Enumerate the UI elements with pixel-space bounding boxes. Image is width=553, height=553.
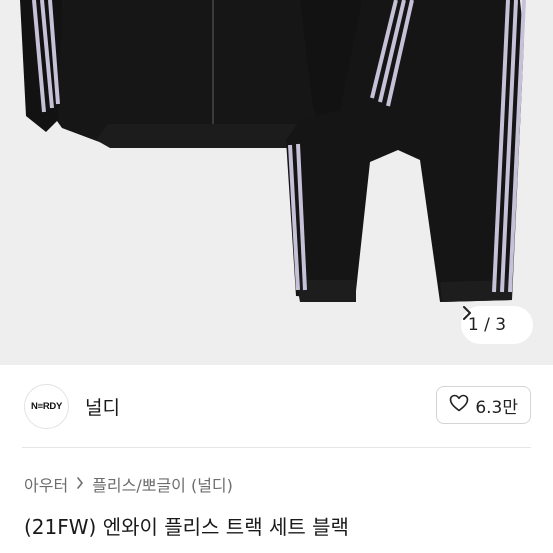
seller-avatar-logo: N≡RDY [31,400,62,412]
breadcrumb-item-subcategory[interactable]: 플리스/뽀글이 (널디) [92,472,233,496]
seller-avatar[interactable]: N≡RDY [24,383,69,429]
like-count: 6.3만 [475,397,518,418]
seller-row[interactable]: N≡RDY 널디 6.3만 [0,365,553,447]
product-image-gallery[interactable]: 1 / 3 [0,0,553,365]
image-counter[interactable]: 1 / 3 [461,306,533,344]
heart-icon [449,394,469,417]
chevron-right-icon [76,475,84,493]
breadcrumb-item-category[interactable]: 아우터 [24,472,68,496]
product-title: (21FW) 엔와이 플리스 트랙 세트 블랙 [24,515,349,539]
divider [22,447,531,448]
seller-name[interactable]: 널디 [85,393,120,420]
image-counter-text: 1 / 3 [467,315,507,335]
chevron-right-icon [463,306,526,332]
like-button[interactable]: 6.3만 [436,386,531,424]
breadcrumb: 아우터 플리스/뽀글이 (널디) [24,472,233,496]
